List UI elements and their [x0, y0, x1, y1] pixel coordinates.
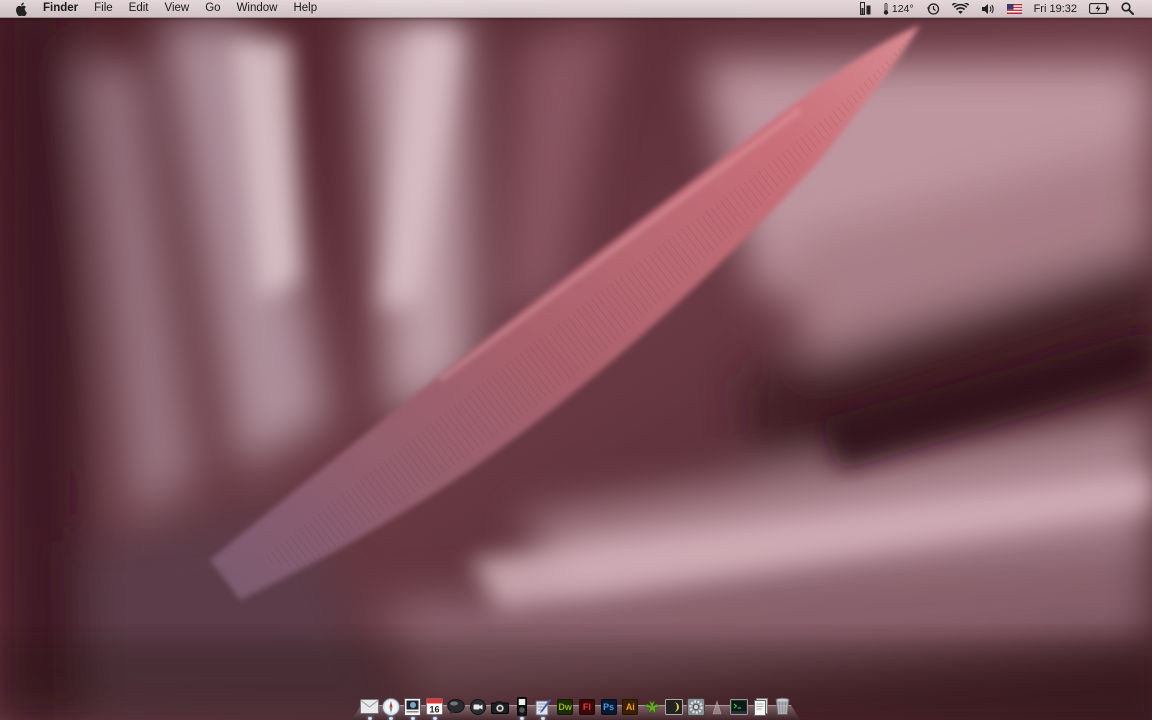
- spotlight-icon[interactable]: [1115, 0, 1140, 17]
- illustrator-icon: Ai: [622, 698, 639, 715]
- menu-help[interactable]: Help: [285, 0, 325, 17]
- volume-icon[interactable]: [975, 0, 1001, 17]
- menu-file[interactable]: File: [86, 0, 121, 17]
- dock-utility[interactable]: [664, 697, 683, 716]
- wifi-icon[interactable]: [946, 0, 975, 17]
- temperature-readout[interactable]: 124°: [877, 0, 920, 17]
- video-camera-icon: [470, 698, 487, 715]
- calendar-icon: 16: [426, 698, 444, 715]
- temperature-sensor-icon: [883, 2, 889, 15]
- dock-trash[interactable]: [773, 697, 792, 716]
- menu-bar: Finder File Edit View Go Window Help 124…: [0, 0, 1152, 18]
- dock-photoshop[interactable]: Ps: [599, 697, 618, 716]
- us-flag-input-icon[interactable]: [1001, 0, 1028, 17]
- dock-dreamweaver[interactable]: Dw: [556, 697, 575, 716]
- half-moon-window-icon: [664, 698, 683, 715]
- dock-ipod[interactable]: [512, 697, 531, 720]
- pen-paper-icon: [535, 698, 552, 715]
- apple-logo-icon[interactable]: [14, 1, 28, 16]
- time-machine-icon[interactable]: [920, 0, 946, 17]
- dock-photo-booth[interactable]: [490, 697, 509, 716]
- dock: 16 Dw Fl Ps Ai: [352, 688, 800, 720]
- safari-icon: [382, 697, 401, 716]
- chat-bubble-icon: [447, 698, 466, 714]
- dock-flash[interactable]: Fl: [577, 697, 596, 716]
- dock-mail[interactable]: [360, 697, 379, 720]
- temperature-value: 124°: [891, 2, 914, 15]
- gpu-switch-icon[interactable]: [854, 0, 877, 17]
- dock-terminal[interactable]: [729, 697, 748, 716]
- terminal-icon: [729, 698, 748, 715]
- dock-documents[interactable]: [751, 697, 770, 716]
- document-stack-icon: [753, 697, 768, 716]
- menu-view[interactable]: View: [157, 0, 198, 17]
- dock-script-editor[interactable]: [534, 697, 553, 720]
- trash-icon: [775, 697, 790, 715]
- menu-bar-left: Finder File Edit View Go Window Help: [0, 0, 325, 17]
- music-player-icon: [516, 697, 527, 716]
- menu-edit[interactable]: Edit: [121, 0, 157, 17]
- menu-window[interactable]: Window: [229, 0, 286, 17]
- dock-system-preferences[interactable]: [686, 697, 705, 716]
- flash-icon: Fl: [578, 698, 595, 715]
- downloads-stack-icon: [712, 699, 722, 714]
- desktop-wallpaper: [0, 0, 1152, 720]
- battery-icon[interactable]: [1083, 0, 1115, 17]
- mail-icon: [360, 699, 379, 714]
- desktop: Finder File Edit View Go Window Help 124…: [0, 0, 1152, 720]
- menu-bar-status: 124° Fri 19:32: [854, 0, 1152, 17]
- preview-icon: [404, 697, 422, 716]
- camera-icon: [490, 700, 509, 714]
- frog-icon: [644, 699, 660, 715]
- photoshop-icon: Ps: [600, 698, 617, 715]
- menu-app-finder[interactable]: Finder: [43, 0, 86, 17]
- dock-facetime[interactable]: [469, 697, 488, 716]
- dock-illustrator[interactable]: Ai: [621, 697, 640, 716]
- dock-messages[interactable]: [447, 697, 466, 716]
- gear-icon: [686, 697, 705, 716]
- clock[interactable]: Fri 19:32: [1028, 0, 1083, 17]
- dock-cyberduck[interactable]: [643, 697, 662, 716]
- dock-safari[interactable]: [382, 697, 401, 720]
- calendar-day: 16: [430, 705, 440, 715]
- dock-icons: 16 Dw Fl Ps Ai: [360, 694, 792, 720]
- menu-go[interactable]: Go: [197, 0, 228, 17]
- dock-downloads[interactable]: [708, 697, 727, 716]
- dock-ical[interactable]: 16: [425, 697, 444, 720]
- dock-preview[interactable]: [403, 697, 422, 720]
- dreamweaver-icon: Dw: [557, 698, 574, 715]
